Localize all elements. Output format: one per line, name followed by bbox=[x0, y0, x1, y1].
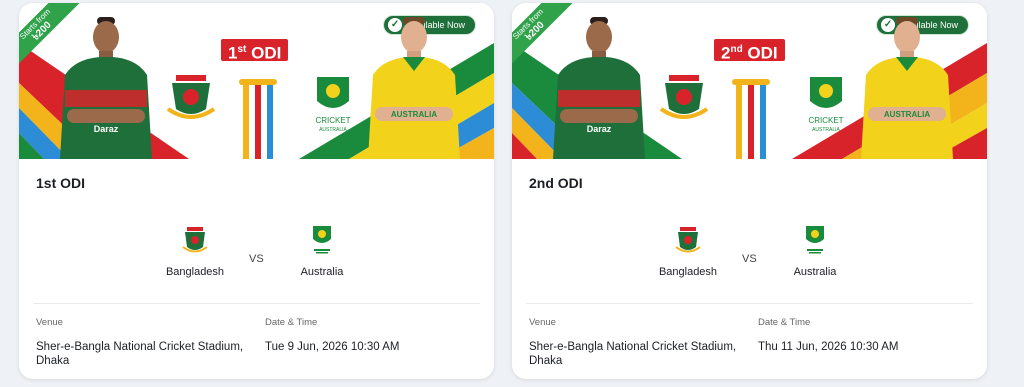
team-australia: Australia bbox=[770, 225, 860, 278]
vs-label: VS bbox=[742, 253, 757, 265]
trophy-stumps-icon bbox=[239, 79, 277, 159]
divider bbox=[33, 303, 480, 304]
bangladesh-logo-icon bbox=[182, 227, 208, 253]
au-logo-text: CRICKET bbox=[808, 116, 843, 125]
badge-text: ODI bbox=[742, 43, 778, 63]
teams-row: Bangladesh VS Australia bbox=[512, 225, 987, 285]
australia-emblem-icon: CRICKET AUSTRALIA bbox=[315, 77, 351, 133]
match-card-1[interactable]: Starts from ৳200 ✓ Available Now 1st ODI… bbox=[19, 3, 494, 379]
team-bangladesh: Bangladesh bbox=[150, 225, 240, 278]
match-title: 2nd ODI bbox=[529, 175, 583, 191]
venue-value: Sher-e-Bangla National Cricket Stadium, … bbox=[36, 341, 244, 367]
trophy-stumps-icon bbox=[732, 79, 770, 159]
match-title: 1st ODI bbox=[36, 175, 86, 191]
australia-player-image: AUSTRALIA bbox=[368, 17, 460, 159]
team-name: Australia bbox=[300, 266, 344, 278]
match-number-badge: 2nd ODI bbox=[714, 39, 785, 63]
date-block: Date & Time Thu 11 Jun, 2026 10:30 AM bbox=[758, 317, 968, 354]
jersey-sponsor-text: Daraz bbox=[94, 124, 119, 134]
australia-emblem-icon: CRICKET AUSTRALIA bbox=[808, 77, 844, 133]
jersey-team-text: AUSTRALIA bbox=[391, 110, 437, 119]
date-value: Tue 9 Jun, 2026 10:30 AM bbox=[265, 341, 400, 353]
au-logo-subtext: AUSTRALIA bbox=[812, 127, 840, 133]
au-logo-text: CRICKET bbox=[315, 116, 350, 125]
bangladesh-emblem-icon bbox=[659, 75, 709, 119]
divider bbox=[526, 303, 973, 304]
venue-block: Venue Sher-e-Bangla National Cricket Sta… bbox=[529, 317, 739, 368]
australia-logo-icon bbox=[313, 226, 331, 254]
badge-text: ODI bbox=[246, 43, 282, 63]
jersey-sponsor-text: Daraz bbox=[587, 124, 612, 134]
match-banner: Starts from ৳200 ✓ Available Now 2nd ODI… bbox=[512, 3, 987, 159]
australia-player-image: AUSTRALIA bbox=[861, 17, 953, 159]
venue-label: Venue bbox=[529, 317, 556, 328]
bangladesh-player-image: Daraz bbox=[553, 17, 645, 159]
match-card-2[interactable]: Starts from ৳200 ✓ Available Now 2nd ODI… bbox=[512, 3, 987, 379]
date-label: Date & Time bbox=[265, 317, 318, 328]
date-value: Thu 11 Jun, 2026 10:30 AM bbox=[758, 341, 899, 353]
venue-value: Sher-e-Bangla National Cricket Stadium, … bbox=[529, 341, 737, 367]
bangladesh-logo-icon bbox=[675, 227, 701, 253]
team-australia: Australia bbox=[277, 225, 367, 278]
match-number-badge: 1st ODI bbox=[221, 39, 289, 63]
venue-label: Venue bbox=[36, 317, 63, 328]
badge-suffix: nd bbox=[730, 44, 743, 55]
venue-block: Venue Sher-e-Bangla National Cricket Sta… bbox=[36, 317, 246, 368]
team-name: Australia bbox=[793, 266, 837, 278]
vs-label: VS bbox=[249, 253, 264, 265]
team-bangladesh: Bangladesh bbox=[643, 225, 733, 278]
au-logo-subtext: AUSTRALIA bbox=[319, 127, 347, 133]
date-label: Date & Time bbox=[758, 317, 811, 328]
jersey-team-text: AUSTRALIA bbox=[884, 110, 930, 119]
bangladesh-player-image: Daraz bbox=[60, 17, 152, 159]
team-name: Bangladesh bbox=[165, 266, 225, 278]
team-name: Bangladesh bbox=[658, 266, 718, 278]
bangladesh-emblem-icon bbox=[166, 75, 216, 119]
australia-logo-icon bbox=[806, 226, 824, 254]
date-block: Date & Time Tue 9 Jun, 2026 10:30 AM bbox=[265, 317, 475, 354]
match-banner: Starts from ৳200 ✓ Available Now 1st ODI… bbox=[19, 3, 494, 159]
teams-row: Bangladesh VS Australia bbox=[19, 225, 494, 285]
